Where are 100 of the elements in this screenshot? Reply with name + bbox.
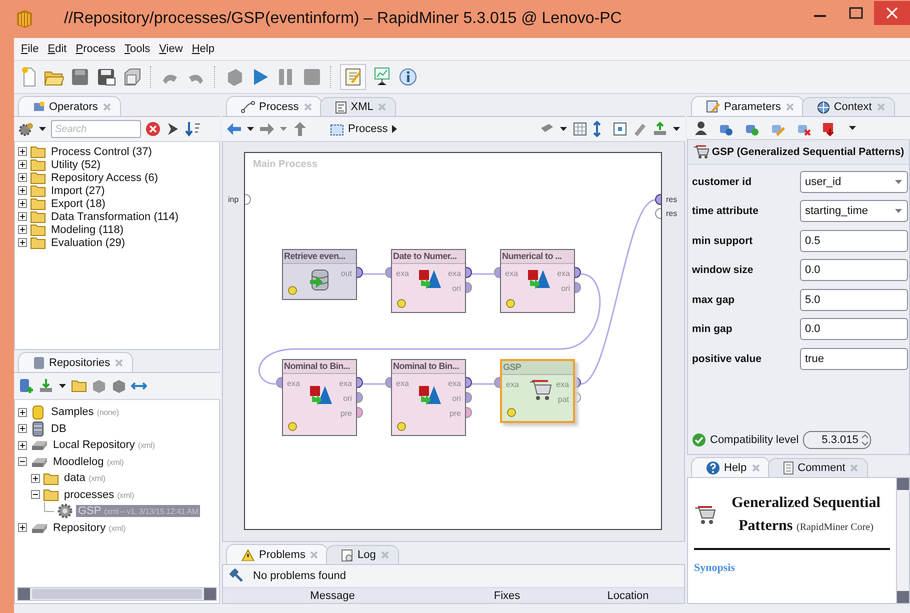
panel-tab[interactable]: Log [326, 545, 399, 564]
caret-icon[interactable] [672, 125, 681, 133]
port[interactable] [357, 267, 363, 278]
fit-icon[interactable] [612, 121, 628, 137]
expand-icon[interactable] [18, 147, 27, 156]
tree-item[interactable]: Utility (52) [49, 158, 103, 170]
column-header[interactable]: Fixes [442, 590, 572, 602]
notes-button[interactable] [340, 64, 366, 90]
tree-item[interactable]: Repository (xml) [51, 522, 128, 534]
blob-icon[interactable] [111, 378, 127, 394]
dropdown[interactable]: starting_time [800, 200, 908, 222]
printer-icon[interactable] [122, 67, 142, 87]
panel-tab[interactable]: Process [226, 96, 322, 116]
tree-item[interactable]: data (xml) [62, 472, 108, 484]
tree-item[interactable]: Moodlelog (xml) [51, 456, 126, 468]
grid-icon[interactable] [572, 121, 588, 137]
gear-icon[interactable] [18, 121, 34, 137]
dropdown[interactable]: user_id [800, 170, 908, 193]
save-as-icon[interactable] [96, 67, 116, 87]
panel-tab[interactable]: Operators [18, 96, 121, 116]
stop-icon[interactable] [302, 67, 322, 87]
panel-tab[interactable]: Problems [226, 544, 328, 564]
version-spinner[interactable]: 5.3.015 [802, 431, 872, 449]
add-repository-icon[interactable] [18, 378, 34, 394]
caret-icon[interactable] [38, 125, 47, 133]
input-field[interactable]: 0.0 [800, 318, 908, 340]
tree-item[interactable]: Data Transformation (114) [49, 210, 181, 222]
panel-tab[interactable]: Repositories [18, 352, 134, 372]
scrollbar[interactable] [17, 587, 217, 601]
input-field[interactable]: true [800, 348, 908, 370]
scrollbar-thumb[interactable] [32, 589, 202, 599]
expand-icon[interactable] [18, 212, 27, 221]
save-icon[interactable] [70, 67, 90, 87]
caret-icon[interactable] [559, 125, 568, 133]
caret-icon[interactable] [848, 124, 857, 132]
search-field[interactable]: Search [51, 120, 141, 138]
operator-node[interactable]: Numerical to ... exa exa ori [500, 249, 575, 313]
operator-node[interactable]: Nominal to Bin... exa exa ori pre [282, 359, 357, 436]
expand-icon[interactable] [18, 225, 27, 234]
tree-item[interactable]: Samples (none) [49, 406, 121, 418]
expand-icon[interactable] [18, 173, 27, 182]
breadcrumb-button[interactable]: Process [330, 122, 397, 136]
panel-tab[interactable]: Help [691, 457, 770, 477]
clear-icon[interactable] [145, 121, 161, 137]
menu-item[interactable]: Process [76, 43, 116, 55]
expand-icon[interactable] [18, 186, 27, 195]
port[interactable] [575, 267, 581, 278]
input-field[interactable]: 0.5 [800, 230, 908, 252]
tree-item[interactable]: Repository Access (6) [49, 172, 160, 184]
expand-icon[interactable] [18, 457, 27, 466]
expand-icon[interactable] [31, 490, 40, 500]
port[interactable] [466, 377, 472, 388]
input-field[interactable]: 0.0 [800, 259, 908, 282]
chart-icon[interactable] [372, 67, 392, 87]
port[interactable] [575, 377, 581, 388]
tree-item[interactable]: Process Control (37) [49, 146, 154, 158]
port[interactable] [466, 267, 472, 278]
panel-tab[interactable]: Context [802, 97, 895, 116]
menu-item[interactable]: Help [192, 43, 214, 55]
menu-item[interactable]: Tools [124, 43, 150, 55]
column-header[interactable]: Location [572, 590, 684, 602]
expand-icon[interactable] [18, 408, 27, 417]
blob-icon[interactable] [91, 378, 107, 394]
expand-icon[interactable] [18, 424, 27, 434]
tree-item[interactable]: Evaluation (29) [49, 236, 127, 248]
new-file-icon[interactable] [20, 67, 38, 87]
input-field[interactable]: 5.0 [800, 288, 908, 311]
expand-icon[interactable] [18, 199, 27, 208]
expand-icon[interactable] [18, 238, 27, 247]
panel-tab[interactable]: XML [320, 97, 396, 116]
port[interactable] [357, 377, 363, 388]
tree-item[interactable]: Modeling (118) [49, 224, 126, 236]
tree-item[interactable]: processes (xml) [62, 488, 136, 501]
person-icon[interactable] [693, 120, 707, 136]
close-button[interactable] [874, 1, 910, 25]
back-icon[interactable] [226, 121, 242, 137]
port-label: res [666, 209, 678, 218]
menu-item[interactable]: View [159, 43, 183, 55]
expand-icon[interactable] [18, 160, 27, 169]
panel-tab[interactable]: Parameters [691, 96, 804, 116]
column-header[interactable]: Message [223, 590, 442, 602]
caret-icon[interactable] [246, 125, 255, 133]
expand-icon[interactable] [18, 523, 27, 532]
tree-item[interactable]: DB [49, 422, 68, 435]
expand-icon[interactable] [31, 474, 40, 483]
up-icon[interactable] [292, 121, 308, 137]
operator-node[interactable]: Nominal to Bin... exa exa ori pre [391, 359, 466, 436]
tree-item[interactable]: Export (18) [49, 198, 108, 210]
operator-node[interactable]: Retrieve even... out [282, 249, 357, 300]
maximize-icon[interactable] [849, 7, 863, 19]
menu-item[interactable]: Edit [48, 43, 67, 55]
port[interactable] [655, 194, 661, 205]
caret-icon[interactable] [58, 382, 67, 390]
sort-icon[interactable] [185, 121, 201, 137]
tree-item[interactable]: Import (27) [49, 184, 107, 196]
operator-node[interactable]: Date to Numer... exa exa ori [391, 249, 466, 313]
panel-tab[interactable]: Comment [768, 458, 868, 477]
tree-item[interactable]: Local Repository (xml) [51, 439, 157, 452]
expand-icon[interactable] [18, 440, 27, 450]
menu-item[interactable]: File [21, 43, 39, 55]
